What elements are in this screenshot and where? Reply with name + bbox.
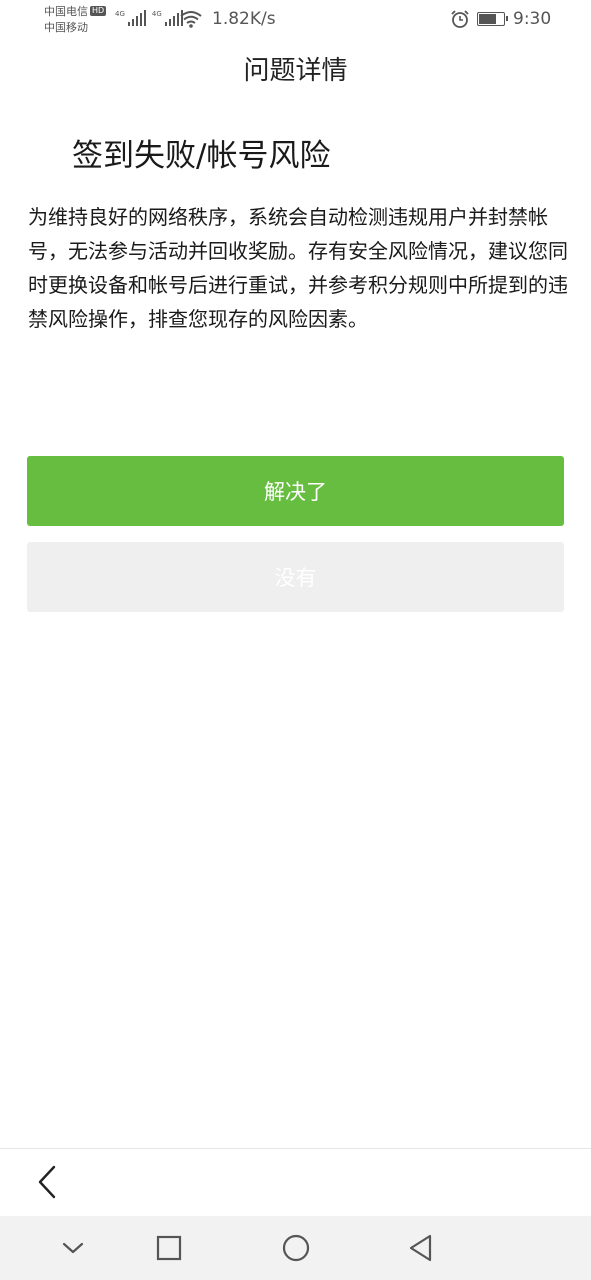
- chevron-down-icon[interactable]: [60, 1232, 86, 1264]
- resolved-button[interactable]: 解决了: [27, 456, 564, 526]
- status-bar: 中国电信 HD 中国移动 4G 4G 1.82K/s 9:30: [0, 0, 591, 40]
- hd-badge: HD: [90, 6, 107, 16]
- issue-description: 为维持良好的网络秩序，系统会自动检测违规用户并封禁帐号，无法参与活动并回收奖励。…: [28, 205, 568, 331]
- signal-indicators: 4G 4G: [115, 10, 183, 26]
- system-nav-bar: [0, 1216, 591, 1280]
- divider: [0, 1148, 591, 1149]
- triangle-back-icon[interactable]: [406, 1232, 434, 1264]
- not-resolved-button[interactable]: 没有: [27, 542, 564, 612]
- signal-icon: 4G: [152, 10, 183, 26]
- page-title: 问题详情: [243, 56, 348, 86]
- battery-icon: [477, 12, 508, 26]
- carrier-1: 中国电信: [44, 5, 88, 18]
- signal-icon: 4G: [115, 10, 146, 26]
- alarm-icon: [451, 10, 469, 28]
- wifi-icon: [180, 11, 202, 28]
- carrier-2: 中国移动: [44, 21, 88, 34]
- chevron-left-icon[interactable]: [28, 1160, 68, 1204]
- network-speed: 1.82K/s: [212, 9, 276, 29]
- square-icon[interactable]: [155, 1232, 183, 1264]
- circle-icon[interactable]: [281, 1232, 311, 1264]
- carrier-info: 中国电信 HD 中国移动: [44, 4, 107, 36]
- issue-heading: 签到失败/帐号风险: [72, 138, 331, 174]
- clock: 9:30: [513, 9, 552, 29]
